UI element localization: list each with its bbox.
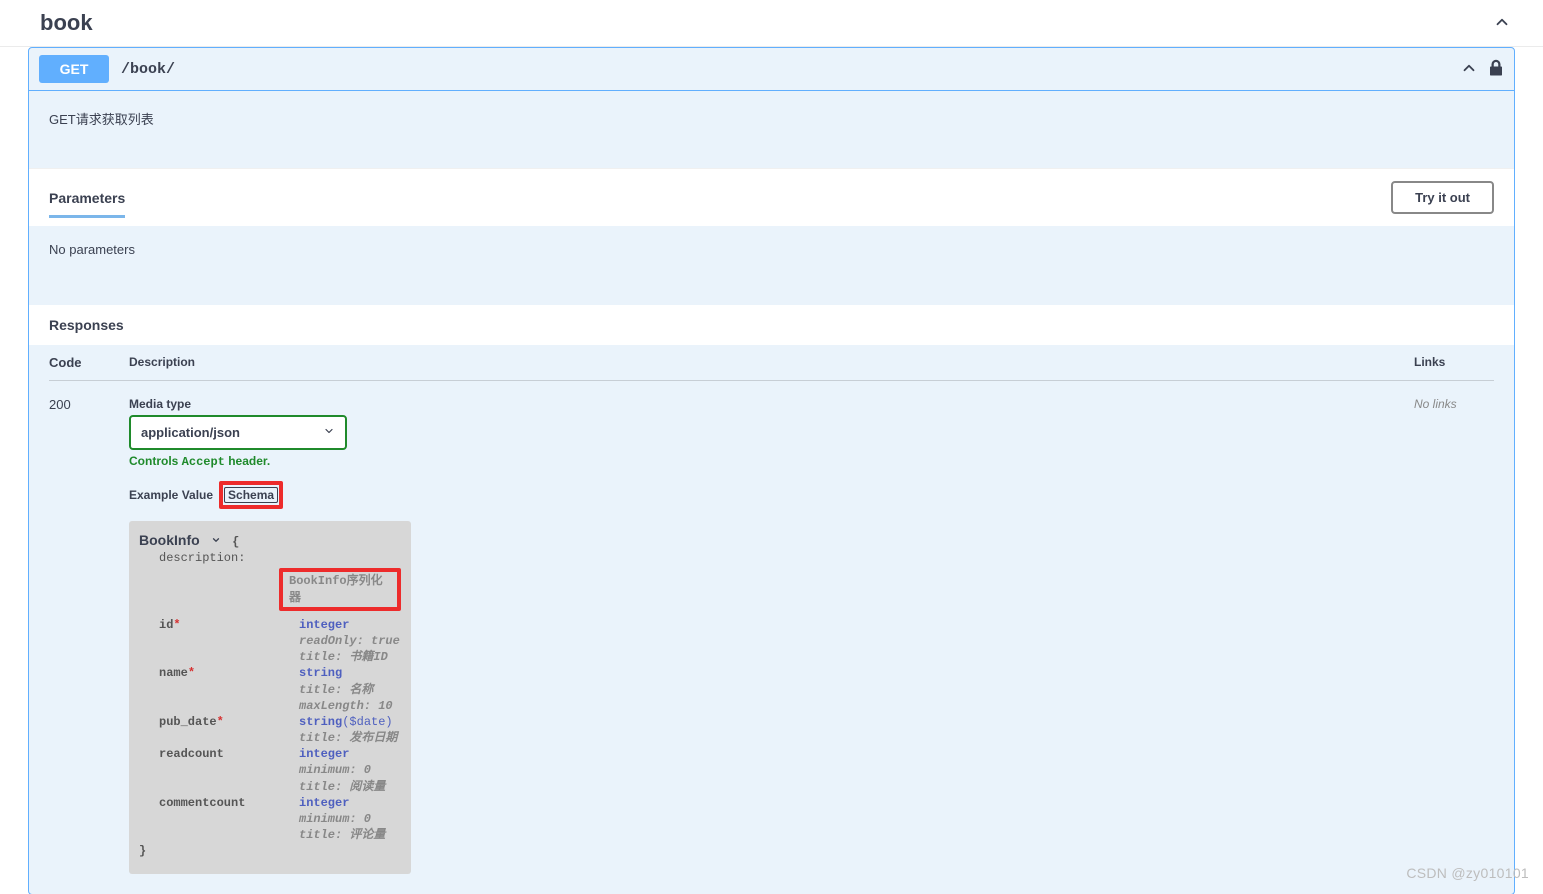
schema-property-name: readcount	[159, 746, 299, 795]
model-tabs: Example Value Schema	[129, 481, 1414, 509]
chevron-up-icon	[1460, 59, 1478, 80]
schema-property-meta: minimum: 0	[299, 762, 385, 778]
tab-schema[interactable]: Schema	[224, 487, 278, 503]
schema-property-meta: title: 书籍ID	[299, 649, 400, 665]
controls-accept-note: Controls Accept header.	[129, 454, 1414, 469]
tab-example-value[interactable]: Example Value	[129, 488, 213, 502]
response-code: 200	[49, 397, 129, 874]
media-type-label: Media type	[129, 397, 1414, 411]
schema-property-type: integer	[299, 747, 349, 761]
schema-model-name[interactable]: BookInfo	[139, 532, 200, 548]
schema-property-type: integer	[299, 618, 349, 632]
responses-title: Responses	[49, 317, 124, 333]
media-type-value: application/json	[141, 425, 240, 440]
schema-property: pub_date*string($date)title: 发布日期	[159, 714, 401, 746]
responses-header: Responses	[29, 305, 1514, 345]
tag-header[interactable]: book	[0, 0, 1543, 47]
schema-property-meta: title: 阅读量	[299, 779, 385, 795]
schema-property-type: string	[299, 666, 342, 680]
tag-name: book	[40, 10, 93, 36]
col-desc-header: Description	[129, 355, 1414, 370]
no-parameters: No parameters	[29, 226, 1514, 305]
schema-property-meta: title: 评论量	[299, 827, 385, 843]
tab-schema-highlight: Schema	[219, 481, 283, 509]
schema-property-name: pub_date*	[159, 714, 299, 746]
schema-description-highlight: BookInfo序列化器	[279, 568, 401, 610]
operation-block: GET /book/ GET请求获取列表 Parameters Try it o…	[28, 47, 1515, 894]
chevron-up-icon	[1493, 13, 1511, 34]
schema-property-type: integer	[299, 796, 349, 810]
responses-table-header: Code Description Links	[49, 345, 1494, 381]
schema-property: id*integerreadOnly: truetitle: 书籍ID	[159, 617, 401, 666]
schema-property-meta: readOnly: true	[299, 633, 400, 649]
method-badge: GET	[39, 55, 109, 83]
schema-box: BookInfo { description: BookInfo序列化器	[129, 521, 411, 874]
operation-summary[interactable]: GET /book/	[29, 48, 1514, 91]
schema-property-meta: title: 名称	[299, 682, 393, 698]
schema-property-meta: minimum: 0	[299, 811, 385, 827]
col-links-header: Links	[1414, 355, 1494, 370]
schema-property: readcountintegerminimum: 0title: 阅读量	[159, 746, 401, 795]
schema-property-meta: maxLength: 10	[299, 698, 393, 714]
operation-description: GET请求获取列表	[29, 91, 1514, 168]
schema-property: commentcountintegerminimum: 0title: 评论量	[159, 795, 401, 844]
schema-property-meta: title: 发布日期	[299, 730, 397, 746]
operation-path: /book/	[121, 61, 1460, 78]
schema-property: name*string title: 名称maxLength: 10	[159, 665, 401, 714]
schema-property-type: string	[299, 715, 342, 729]
response-row: 200 Media type application/json Controls…	[49, 381, 1494, 894]
col-code-header: Code	[49, 355, 129, 370]
schema-property-name: commentcount	[159, 795, 299, 844]
parameters-title: Parameters	[49, 190, 125, 218]
media-type-select[interactable]: application/json	[129, 415, 347, 450]
schema-description-key: description:	[159, 550, 299, 566]
schema-property-name: name*	[159, 665, 299, 714]
chevron-down-icon	[323, 425, 335, 440]
lock-icon[interactable]	[1488, 59, 1504, 80]
chevron-down-icon[interactable]	[211, 534, 221, 550]
try-it-out-button[interactable]: Try it out	[1391, 181, 1494, 214]
schema-property-name: id*	[159, 617, 299, 666]
parameters-header: Parameters Try it out	[29, 168, 1514, 226]
response-links: No links	[1414, 397, 1494, 874]
